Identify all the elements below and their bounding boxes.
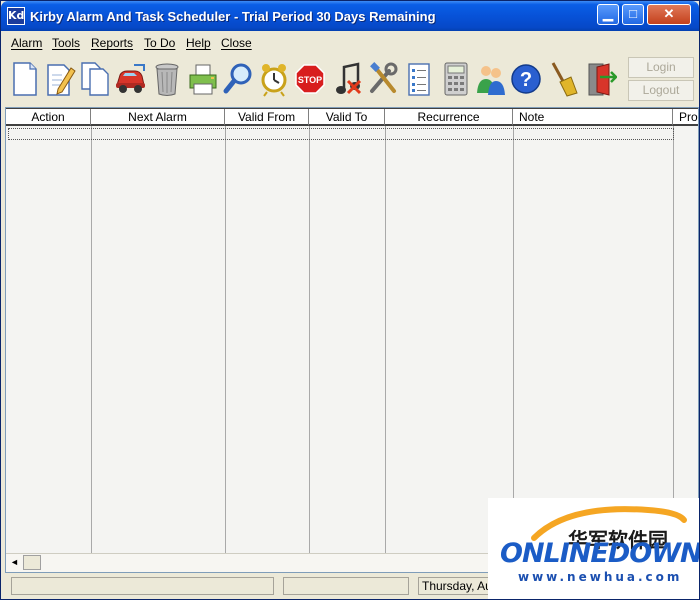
edit-document-icon[interactable] <box>44 59 76 99</box>
column-divider <box>385 126 386 554</box>
menu-alarm[interactable]: Alarm <box>11 36 42 50</box>
alarm-clock-icon[interactable] <box>258 59 290 99</box>
column-header-pro[interactable]: Pro <box>673 109 698 126</box>
title-bar[interactable]: Kd Kirby Alarm And Task Scheduler - Tria… <box>1 1 699 31</box>
window-title: Kirby Alarm And Task Scheduler - Trial P… <box>30 9 436 24</box>
toolbar: STOP ? <box>1 55 699 103</box>
magnifier-icon[interactable] <box>223 59 255 99</box>
car-icon[interactable] <box>114 59 146 99</box>
stop-sign-icon[interactable]: STOP <box>294 59 326 99</box>
watermark-url: www.newhua.com <box>518 570 683 584</box>
column-divider <box>225 126 226 554</box>
column-header-valid-to[interactable]: Valid To <box>309 109 385 126</box>
broom-icon[interactable] <box>547 59 579 99</box>
tools-icon[interactable] <box>367 59 399 99</box>
menu-help[interactable]: Help <box>186 36 211 50</box>
column-header-recurrence[interactable]: Recurrence <box>385 109 513 126</box>
list-icon[interactable] <box>403 59 435 99</box>
column-header-next-alarm[interactable]: Next Alarm <box>91 109 225 126</box>
maximize-button[interactable]: □ <box>622 4 644 25</box>
column-divider <box>91 126 92 554</box>
new-document-icon[interactable] <box>9 59 41 99</box>
menu-bar: Alarm Tools Reports To Do Help Close <box>1 31 699 55</box>
scroll-left-arrow-icon[interactable]: ◄ <box>7 555 22 570</box>
stop-sign-text: STOP <box>298 75 322 85</box>
column-divider <box>513 126 514 554</box>
menu-tools[interactable]: Tools <box>52 36 80 50</box>
watermark-brand: ONLINEDOWN <box>500 538 700 569</box>
status-panel-main <box>11 577 274 595</box>
exit-door-icon[interactable] <box>585 59 617 99</box>
column-header-valid-from[interactable]: Valid From <box>225 109 309 126</box>
logout-button[interactable]: Logout <box>628 80 694 101</box>
login-button[interactable]: Login <box>628 57 694 78</box>
music-note-icon[interactable] <box>332 59 364 99</box>
menu-reports[interactable]: Reports <box>91 36 133 50</box>
status-date: Thursday, Au <box>418 577 498 595</box>
minimize-button[interactable]: ▁ <box>597 4 619 25</box>
scroll-thumb[interactable] <box>23 555 41 570</box>
calculator-icon[interactable] <box>440 59 472 99</box>
column-header-action[interactable]: Action <box>6 109 91 126</box>
focused-row[interactable] <box>8 128 674 140</box>
column-divider <box>673 126 674 554</box>
trash-can-icon[interactable] <box>151 59 183 99</box>
printer-icon[interactable] <box>187 59 219 99</box>
column-divider <box>309 126 310 554</box>
status-panel-secondary <box>283 577 409 595</box>
help-icon[interactable]: ? <box>510 59 542 99</box>
close-window-button[interactable]: ✕ <box>647 4 691 25</box>
watermark-logo: 华军软件园 ONLINEDOWN www.newhua.com <box>488 498 700 599</box>
copy-document-icon[interactable] <box>79 59 111 99</box>
main-window: Kd Kirby Alarm And Task Scheduler - Tria… <box>0 0 700 600</box>
app-icon[interactable]: Kd <box>7 7 25 25</box>
menu-close[interactable]: Close <box>221 36 252 50</box>
menu-todo[interactable]: To Do <box>144 36 175 50</box>
users-icon[interactable] <box>474 59 506 99</box>
help-icon-glyph: ? <box>520 69 532 91</box>
column-header-note[interactable]: Note <box>513 109 673 126</box>
